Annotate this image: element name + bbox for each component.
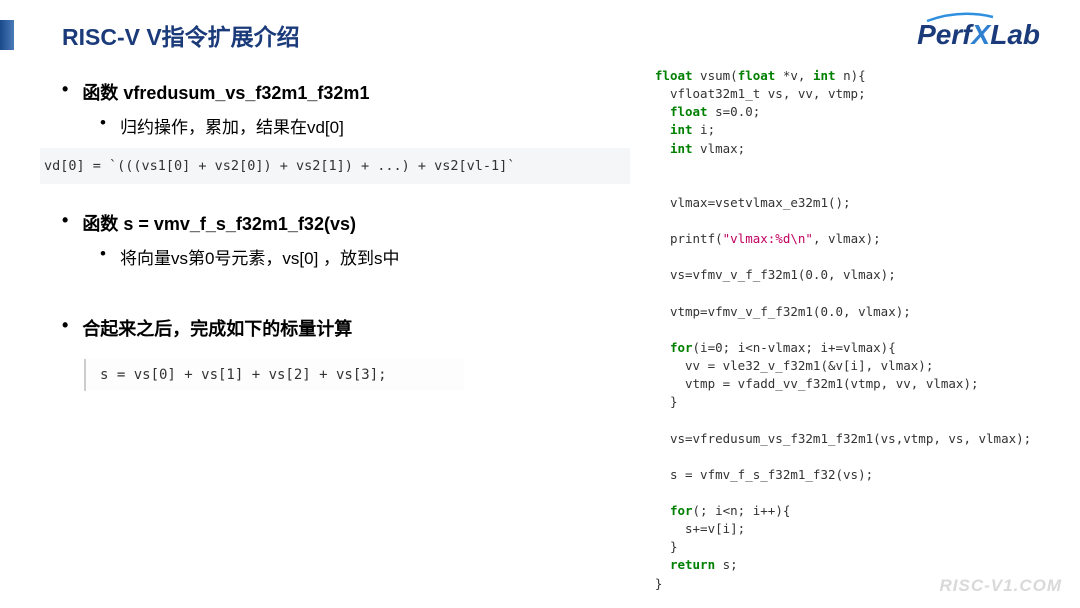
header: RISC-V V指令扩展介绍 PerfXLab (0, 0, 1080, 52)
bullet-func1: • 函数 vfredusum_vs_f32m1_f32m1 (62, 79, 635, 105)
code-text: vd[0] = `(((vs1[0] + vs2[0]) + vs2[1]) +… (44, 158, 515, 174)
logo-text-lab: Lab (990, 19, 1040, 51)
bullet-dot-icon: • (62, 79, 68, 105)
bullet-dot-icon: • (100, 113, 106, 138)
title-wrap: RISC-V V指令扩展介绍 (0, 18, 300, 52)
bullet-combined: • 合起来之后，完成如下的标量计算 (62, 315, 635, 341)
logo-text-perf: Perf (917, 19, 971, 51)
code-text: s = vs[0] + vs[1] + vs[2] + vs[3]; (100, 367, 387, 383)
bullet-text: 函数 s = vmv_f_s_f32m1_f32(vs) (82, 210, 356, 236)
bullet-dot-icon: • (62, 210, 68, 236)
bullet-dot-icon: • (62, 315, 68, 341)
bullet-text: 函数 vfredusum_vs_f32m1_f32m1 (82, 79, 369, 105)
bullet-func2: • 函数 s = vmv_f_s_f32m1_f32(vs) (62, 210, 635, 236)
page-title: RISC-V V指令扩展介绍 (62, 18, 300, 52)
bullet-dot-icon: • (100, 244, 106, 269)
bullet-func2-sub: • 将向量vs第0号元素，vs[0] ，放到s中 (100, 244, 635, 269)
perfxlab-logo: PerfXLab (917, 19, 1040, 51)
left-column: • 函数 vfredusum_vs_f32m1_f32m1 • 归约操作，累加，结果… (62, 67, 635, 593)
bullet-text: 合起来之后，完成如下的标量计算 (82, 315, 352, 341)
logo-text-x: X (972, 19, 991, 51)
bullet-text: 将向量vs第0号元素，vs[0] ，放到s中 (120, 244, 400, 269)
bullet-func1-sub: • 归约操作，累加，结果在vd[0] (100, 113, 635, 138)
code-vsum-function: float vsum(float *v, int n){ vfloat32m1_… (655, 67, 1050, 593)
code-box-vd0: vd[0] = `(((vs1[0] + vs2[0]) + vs2[1]) +… (40, 148, 630, 184)
content-area: • 函数 vfredusum_vs_f32m1_f32m1 • 归约操作，累加，结果… (0, 52, 1080, 593)
title-accent-bar (0, 20, 14, 50)
bullet-text: 归约操作，累加，结果在vd[0] (120, 113, 344, 138)
watermark: RISC-V1.COM (940, 576, 1062, 596)
right-column: float vsum(float *v, int n){ vfloat32m1_… (655, 67, 1050, 593)
code-box-scalar: s = vs[0] + vs[1] + vs[2] + vs[3]; (84, 359, 464, 391)
